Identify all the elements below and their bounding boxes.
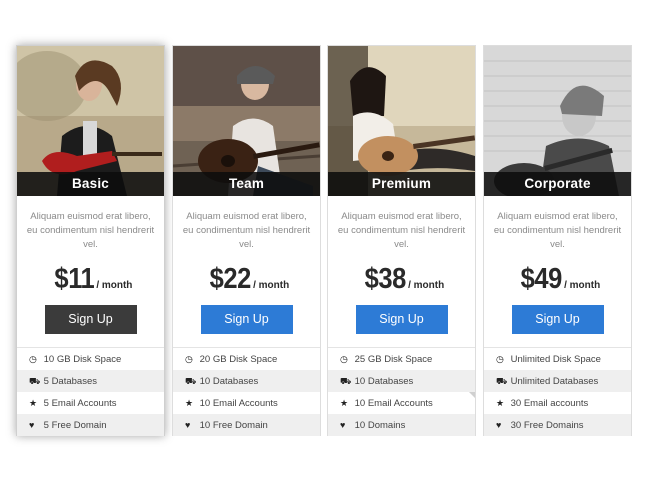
clock-icon: ◷	[29, 354, 37, 364]
plan-description: Aliquam euismod erat libero, eu condimen…	[182, 211, 311, 250]
plan-description: Aliquam euismod erat libero, eu condimen…	[493, 211, 622, 250]
plan-price: $22 / month	[173, 263, 320, 297]
plan-description: Aliquam euismod erat libero, eu condimen…	[337, 211, 466, 250]
feature-text: 25 GB Disk Space	[354, 354, 433, 365]
feature-email-accounts: ★ 30 Email accounts	[484, 392, 631, 414]
plan-price: $11 / month	[17, 263, 164, 297]
sign-up-button[interactable]: Sign Up	[44, 305, 137, 334]
feature-text: 10 Databases	[199, 376, 259, 387]
feature-domains: ♥ 30 Free Domains	[484, 414, 631, 436]
plan-price: $38 / month	[328, 263, 475, 297]
feature-list: ◷ 10 GB Disk Space ⛟ 5 Databases ★ 5 Ema…	[17, 347, 164, 436]
plan-name: Basic	[17, 172, 164, 196]
price-amount: $11	[53, 263, 94, 295]
plan-photo: Corporate	[484, 46, 631, 196]
price-amount: $38	[364, 263, 406, 295]
feature-text: 30 Free Domains	[510, 420, 584, 431]
plan-description: Aliquam euismod erat libero, eu condimen…	[26, 211, 155, 250]
feature-text: 5 Email Accounts	[43, 398, 117, 409]
feature-email-accounts: ★ 10 Email Accounts	[328, 392, 475, 414]
price-period: / month	[253, 280, 290, 291]
clock-icon: ◷	[185, 354, 193, 364]
clock-icon: ◷	[340, 354, 348, 364]
feature-disk-space: ◷ Unlimited Disk Space	[484, 348, 631, 370]
corner-fold	[469, 392, 475, 398]
heart-icon: ♥	[496, 420, 502, 430]
feature-text: 20 GB Disk Space	[199, 354, 278, 365]
feature-text: 10 Domains	[354, 420, 406, 431]
price-amount: $22	[209, 263, 251, 295]
cart-icon: ⛟	[29, 376, 41, 386]
pricing-card-premium: Premium Aliquam euismod erat libero, eu …	[327, 45, 476, 436]
star-icon: ★	[496, 398, 505, 408]
feature-disk-space: ◷ 20 GB Disk Space	[173, 348, 320, 370]
clock-icon: ◷	[496, 354, 504, 364]
sign-up-button[interactable]: Sign Up	[355, 305, 448, 334]
cart-icon: ⛟	[340, 376, 352, 386]
feature-text: Unlimited Disk Space	[510, 354, 601, 365]
sign-up-button[interactable]: Sign Up	[511, 305, 604, 334]
feature-databases: ⛟ Unlimited Databases	[484, 370, 631, 392]
pricing-card-corporate: Corporate Aliquam euismod erat libero, e…	[483, 45, 632, 436]
feature-text: 5 Free Domain	[43, 420, 107, 431]
feature-databases: ⛟ 10 Databases	[328, 370, 475, 392]
feature-disk-space: ◷ 25 GB Disk Space	[328, 348, 475, 370]
feature-text: 10 Free Domain	[199, 420, 268, 431]
star-icon: ★	[185, 398, 194, 408]
price-period: / month	[96, 280, 133, 291]
price-period: / month	[564, 280, 601, 291]
feature-databases: ⛟ 10 Databases	[173, 370, 320, 392]
feature-domains: ♥ 5 Free Domain	[17, 414, 164, 436]
heart-icon: ♥	[185, 420, 191, 430]
feature-text: 10 Email Accounts	[199, 398, 278, 409]
plan-photo: Basic	[17, 46, 164, 196]
feature-databases: ⛟ 5 Databases	[17, 370, 164, 392]
heart-icon: ♥	[29, 420, 35, 430]
feature-list: ◷ Unlimited Disk Space ⛟ Unlimited Datab…	[484, 347, 631, 436]
plan-name: Corporate	[484, 172, 631, 196]
feature-text: 10 Databases	[354, 376, 414, 387]
feature-text: 10 Email Accounts	[354, 398, 433, 409]
feature-domains: ♥ 10 Domains	[328, 414, 475, 436]
feature-domains: ♥ 10 Free Domain	[173, 414, 320, 436]
plan-name: Premium	[328, 172, 475, 196]
sign-up-button[interactable]: Sign Up	[200, 305, 293, 334]
plan-photo: Team	[173, 46, 320, 196]
heart-icon: ♥	[340, 420, 346, 430]
cart-icon: ⛟	[185, 376, 197, 386]
feature-email-accounts: ★ 10 Email Accounts	[173, 392, 320, 414]
feature-text: 5 Databases	[43, 376, 97, 387]
price-amount: $49	[520, 263, 562, 295]
plan-price: $49 / month	[484, 263, 631, 297]
pricing-table: Basic Aliquam euismod erat libero, eu co…	[0, 0, 650, 477]
feature-list: ◷ 25 GB Disk Space ⛟ 10 Databases ★ 10 E…	[328, 347, 475, 436]
star-icon: ★	[29, 398, 38, 408]
pricing-card-basic: Basic Aliquam euismod erat libero, eu co…	[16, 45, 165, 436]
feature-email-accounts: ★ 5 Email Accounts	[17, 392, 164, 414]
star-icon: ★	[340, 398, 349, 408]
feature-list: ◷ 20 GB Disk Space ⛟ 10 Databases ★ 10 E…	[173, 347, 320, 436]
feature-text: 10 GB Disk Space	[43, 354, 122, 365]
pricing-card-team: Team Aliquam euismod erat libero, eu con…	[172, 45, 321, 436]
cart-icon: ⛟	[496, 376, 508, 386]
plan-name: Team	[173, 172, 320, 196]
feature-text: 30 Email accounts	[510, 398, 589, 409]
feature-text: Unlimited Databases	[510, 376, 599, 387]
plan-photo: Premium	[328, 46, 475, 196]
feature-disk-space: ◷ 10 GB Disk Space	[17, 348, 164, 370]
price-period: / month	[408, 280, 445, 291]
